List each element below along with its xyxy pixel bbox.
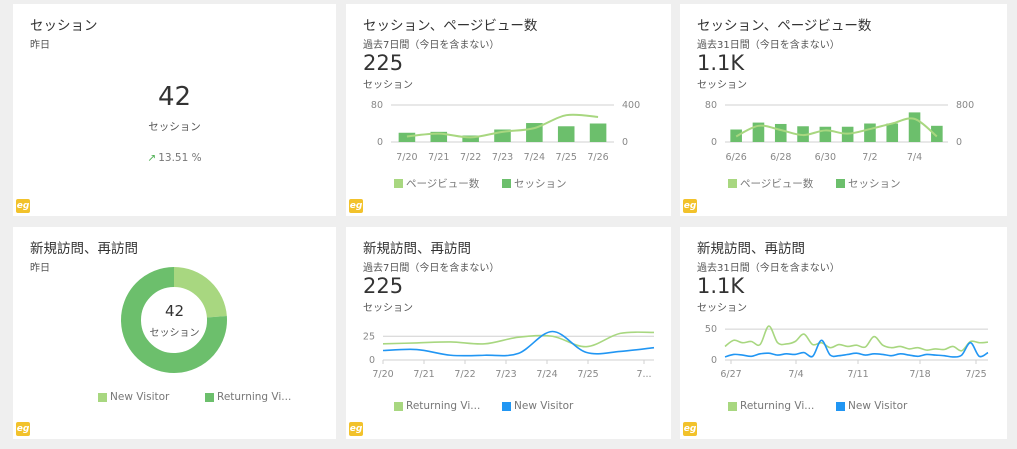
x-tick-label: 6/28 bbox=[770, 152, 791, 163]
legend-label: セッション bbox=[514, 178, 567, 190]
bar bbox=[886, 123, 899, 142]
legend-swatch bbox=[836, 179, 845, 188]
legend-item-pageviews[interactable]: ページビュー数 bbox=[394, 176, 479, 191]
new-returning-7days-card[interactable]: 新規訪問、再訪問 過去7日間（今日を含まない） 225 セッション 25 0 7/2… bbox=[346, 227, 671, 439]
sessions-label: セッション bbox=[148, 121, 201, 133]
y-tick-label: 50 bbox=[705, 324, 717, 335]
legend-item-returning-visitor[interactable]: Returning Vi... bbox=[728, 400, 814, 412]
legend-item-new-visitor[interactable]: New Visitor bbox=[98, 391, 169, 403]
bar bbox=[819, 126, 832, 142]
x-tick-label: 7/24 bbox=[524, 152, 545, 163]
y-tick-label: 0 bbox=[369, 355, 375, 366]
sessions-yesterday-card[interactable]: セッション 昨日 42 セッション ↗ 13.51 % eg bbox=[13, 4, 336, 216]
x-tick-label: 7/25 bbox=[577, 369, 598, 380]
legend-swatch bbox=[394, 401, 403, 411]
bar bbox=[398, 132, 416, 142]
legend-label: New Visitor bbox=[110, 391, 170, 403]
legend-swatch bbox=[205, 392, 214, 402]
returning-visitor-line bbox=[382, 331, 655, 348]
legend-label: ページビュー数 bbox=[406, 178, 480, 190]
logo-icon: eg bbox=[349, 422, 363, 436]
y2-tick-label: 800 bbox=[956, 100, 974, 111]
legend-swatch bbox=[502, 179, 511, 188]
legend-label: Returning Vi... bbox=[406, 400, 481, 412]
x-tick-label: 7/4 bbox=[788, 369, 803, 380]
bar bbox=[864, 123, 876, 142]
bar bbox=[774, 123, 787, 142]
legend-item-new-visitor[interactable]: New Visitor bbox=[836, 400, 907, 412]
y2-tick-label: 400 bbox=[622, 100, 640, 111]
legend-item-sessions[interactable]: セッション bbox=[836, 176, 901, 191]
logo-icon: eg bbox=[16, 422, 30, 436]
legend-label: Returning Vi... bbox=[740, 400, 815, 412]
card-subtitle: 昨日 bbox=[30, 40, 50, 51]
bar bbox=[557, 126, 575, 142]
x-tick-label: 7/23 bbox=[495, 369, 516, 380]
legend-swatch bbox=[98, 392, 107, 402]
x-tick-label: 7/11 bbox=[847, 369, 868, 380]
logo-icon: eg bbox=[683, 199, 697, 213]
legend-swatch bbox=[502, 401, 511, 411]
y2-tick-label: 0 bbox=[622, 137, 628, 148]
legend-label: ページビュー数 bbox=[740, 178, 814, 190]
donut-center-value: 42 bbox=[164, 302, 185, 320]
card-title: セッション bbox=[30, 18, 98, 34]
donut-center-label: セッション bbox=[149, 328, 200, 339]
y-tick-label: 80 bbox=[705, 100, 717, 111]
legend-swatch bbox=[836, 401, 845, 411]
legend-item-pageviews[interactable]: ページビュー数 bbox=[728, 176, 813, 191]
returning-visitor-line bbox=[724, 325, 989, 352]
pageviews-line bbox=[735, 117, 938, 138]
legend-swatch bbox=[728, 179, 737, 188]
x-tick-label: 7/24 bbox=[536, 369, 557, 380]
logo-icon: eg bbox=[16, 199, 30, 213]
legend-label: New Visitor bbox=[514, 400, 574, 412]
legend-label: New Visitor bbox=[848, 400, 908, 412]
sessions-pageviews-31days-card[interactable]: セッション、ページビュー数 過去31日間（今日を含まない） 1.1K セッション… bbox=[680, 4, 1007, 216]
sessions-delta: ↗ 13.51 % bbox=[13, 152, 336, 164]
x-tick-label: 7/21 bbox=[428, 152, 449, 163]
arrow-up-right-icon: ↗ bbox=[147, 152, 157, 164]
x-tick-label: 7/18 bbox=[909, 369, 930, 380]
y-tick-label: 0 bbox=[711, 137, 717, 148]
x-tick-label: 7/25 bbox=[965, 369, 986, 380]
x-tick-label: 7/4 bbox=[907, 152, 922, 163]
legend-item-new-visitor[interactable]: New Visitor bbox=[502, 400, 573, 412]
x-tick-label: 7/21 bbox=[413, 369, 434, 380]
x-tick-label: 6/26 bbox=[725, 152, 746, 163]
new-returning-31days-card[interactable]: 新規訪問、再訪問 過去31日間（今日を含まない） 1.1K セッション 50 0 6… bbox=[680, 227, 1007, 439]
bar bbox=[908, 112, 921, 142]
x-tick-label: 7... bbox=[636, 369, 651, 380]
x-tick-label: 7/25 bbox=[556, 152, 577, 163]
x-tick-label: 7/22 bbox=[460, 152, 481, 163]
logo-icon: eg bbox=[683, 422, 697, 436]
y-tick-label: 25 bbox=[363, 331, 375, 342]
x-tick-label: 7/2 bbox=[862, 152, 877, 163]
x-tick-label: 7/23 bbox=[492, 152, 513, 163]
legend-item-returning-visitor[interactable]: Returning Vi... bbox=[394, 400, 480, 412]
y-tick-label: 0 bbox=[377, 137, 383, 148]
sessions-value: 42 bbox=[157, 82, 192, 112]
legend-swatch bbox=[728, 401, 737, 411]
x-tick-label: 7/26 bbox=[587, 152, 608, 163]
x-tick-label: 7/20 bbox=[396, 152, 417, 163]
y-tick-label: 0 bbox=[711, 355, 717, 366]
x-tick-label: 7/22 bbox=[454, 369, 475, 380]
legend-label: Returning Vi... bbox=[217, 391, 292, 403]
y2-tick-label: 0 bbox=[956, 137, 962, 148]
sessions-pageviews-7days-card[interactable]: セッション、ページビュー数 過去7日間（今日を含まない） 225 セッション 8… bbox=[346, 4, 671, 216]
new-returning-yesterday-card[interactable]: 新規訪問、再訪問 昨日 42 セッション New Visitor Returni… bbox=[13, 227, 336, 439]
legend-swatch bbox=[394, 179, 403, 188]
y-tick-label: 80 bbox=[371, 100, 383, 111]
legend-item-returning-visitor[interactable]: Returning Vi... bbox=[205, 391, 291, 403]
legend-item-sessions[interactable]: セッション bbox=[502, 176, 567, 191]
x-tick-label: 6/30 bbox=[815, 152, 836, 163]
delta-value: 13.51 % bbox=[158, 152, 202, 164]
logo-icon: eg bbox=[349, 199, 363, 213]
x-tick-label: 7/20 bbox=[372, 369, 393, 380]
bar bbox=[589, 123, 607, 142]
legend-label: セッション bbox=[848, 178, 901, 190]
x-tick-label: 6/27 bbox=[720, 369, 741, 380]
